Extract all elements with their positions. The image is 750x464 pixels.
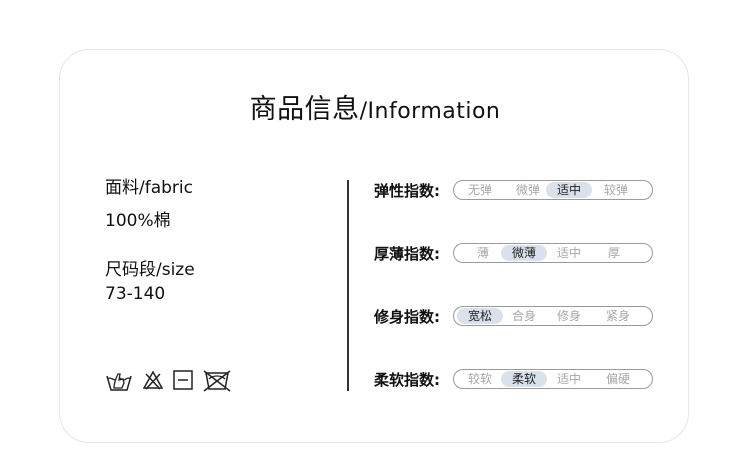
- no-bleach-icon: [143, 370, 163, 390]
- elasticity-option-3-selected: 适中: [546, 182, 592, 198]
- softness-option-1: 较软: [467, 372, 492, 386]
- title-en: Information: [367, 99, 501, 124]
- size-value: 73-140: [105, 284, 166, 304]
- softness-scale: 较软 柔软 适中 偏硬: [453, 369, 653, 389]
- fit-option-3: 修身: [556, 309, 581, 323]
- fabric-label-cn: 面料: [105, 178, 139, 198]
- title-slash: /: [359, 99, 368, 124]
- softness-option-3: 适中: [556, 372, 581, 386]
- fabric-label-en: /fabric: [139, 178, 193, 198]
- fit-option-1-selected: 宽松: [457, 308, 503, 324]
- fabric-value: 100%棉: [105, 211, 171, 231]
- page-title: 商品信息/Information: [0, 93, 750, 129]
- elasticity-scale: 无弹 微弹 适中 较弹: [453, 180, 653, 200]
- elasticity-option-1: 无弹: [467, 183, 492, 197]
- softness-option-4: 偏硬: [605, 372, 630, 386]
- softness-label: 柔软指数:: [374, 371, 440, 389]
- fit-scale: 宽松 合身 修身 紧身: [453, 306, 653, 326]
- size-label-cn: 尺码段: [105, 260, 156, 280]
- elasticity-option-4: 较弹: [603, 183, 628, 197]
- thickness-option-1: 薄: [476, 246, 489, 260]
- no-tumble-dry-icon: [203, 370, 231, 392]
- fit-label: 修身指数:: [374, 308, 440, 326]
- fabric-label: 面料/fabric: [105, 173, 193, 198]
- softness-option-2-selected: 柔软: [501, 371, 547, 387]
- title-cn: 商品信息: [249, 94, 360, 125]
- vertical-divider: [347, 180, 349, 391]
- thickness-option-4: 厚: [607, 246, 620, 260]
- elasticity-label: 弹性指数:: [374, 182, 440, 200]
- thickness-option-3: 适中: [556, 246, 581, 260]
- thickness-label: 厚薄指数:: [374, 245, 440, 263]
- fit-option-2: 合身: [511, 309, 536, 323]
- thickness-option-2-selected: 微薄: [501, 245, 547, 261]
- fit-option-4: 紧身: [605, 309, 630, 323]
- hand-wash-icon: [106, 373, 132, 391]
- thickness-scale: 薄 微薄 适中 厚: [453, 243, 653, 263]
- elasticity-option-2: 微弹: [515, 183, 540, 197]
- size-label-en: /size: [156, 260, 195, 280]
- size-label: 尺码段/size: [105, 255, 195, 280]
- dry-flat-icon: [173, 370, 193, 390]
